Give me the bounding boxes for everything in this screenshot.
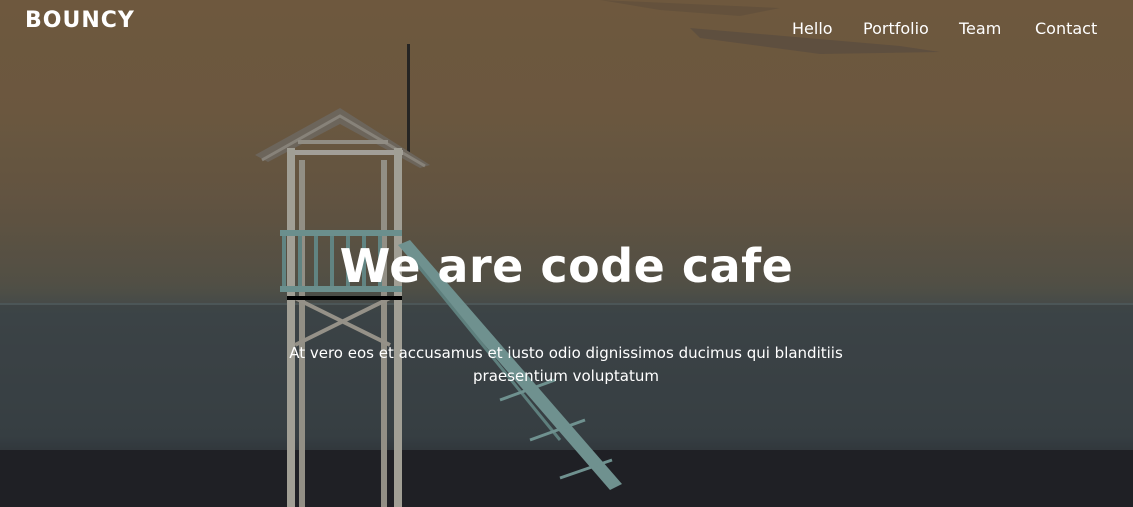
hero-background: BOUNCY Hello Portfolio Team Contact We a…: [0, 0, 1133, 507]
nav-link-contact[interactable]: Contact: [1035, 19, 1097, 38]
nav-link-team[interactable]: Team: [959, 19, 1001, 38]
brand-logo[interactable]: BOUNCY: [25, 8, 135, 33]
hero-subtitle: At vero eos et accusamus et iusto odio d…: [289, 344, 843, 385]
nav-link-portfolio[interactable]: Portfolio: [863, 19, 929, 38]
hero-title: We are code cafe: [339, 239, 794, 293]
nav-link-hello[interactable]: Hello: [792, 19, 833, 38]
